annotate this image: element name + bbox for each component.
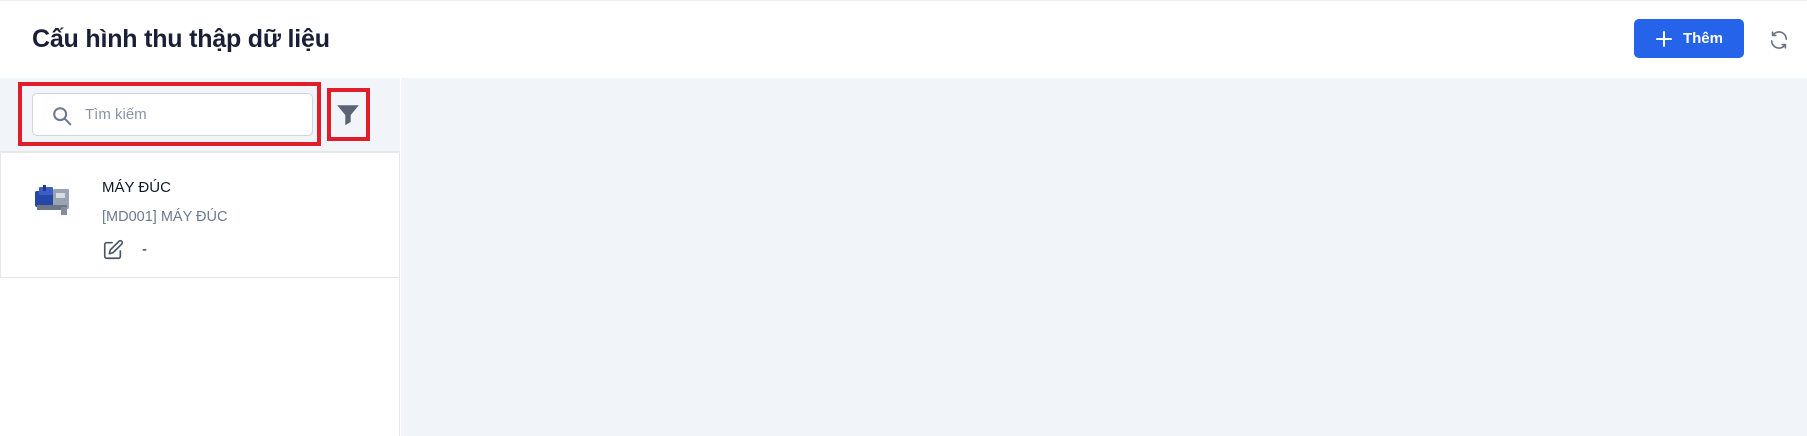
item-code: [MD001] MÁY ĐÚC xyxy=(102,209,228,225)
item-value: - xyxy=(142,241,147,258)
main-content-area xyxy=(401,78,1807,436)
search-input[interactable] xyxy=(85,94,305,135)
add-button-label: Thêm xyxy=(1682,30,1723,47)
top-bar: Cấu hình thu thập dữ liệu Thêm xyxy=(0,0,1807,78)
search-bar xyxy=(0,78,400,152)
search-icon xyxy=(53,107,72,126)
filter-icon[interactable] xyxy=(335,102,361,128)
item-name: MÁY ĐÚC xyxy=(102,179,171,196)
sidebar: MÁY ĐÚC [MD001] MÁY ĐÚC - xyxy=(0,78,400,436)
plus-icon xyxy=(1655,30,1672,47)
machine-thumbnail xyxy=(35,185,69,215)
edit-icon[interactable] xyxy=(102,239,124,261)
page-title: Cấu hình thu thập dữ liệu xyxy=(32,25,330,53)
search-field[interactable] xyxy=(32,93,313,136)
list-item[interactable]: MÁY ĐÚC [MD001] MÁY ĐÚC - xyxy=(0,152,400,278)
refresh-icon[interactable] xyxy=(1768,29,1790,51)
add-button[interactable]: Thêm xyxy=(1634,19,1744,58)
